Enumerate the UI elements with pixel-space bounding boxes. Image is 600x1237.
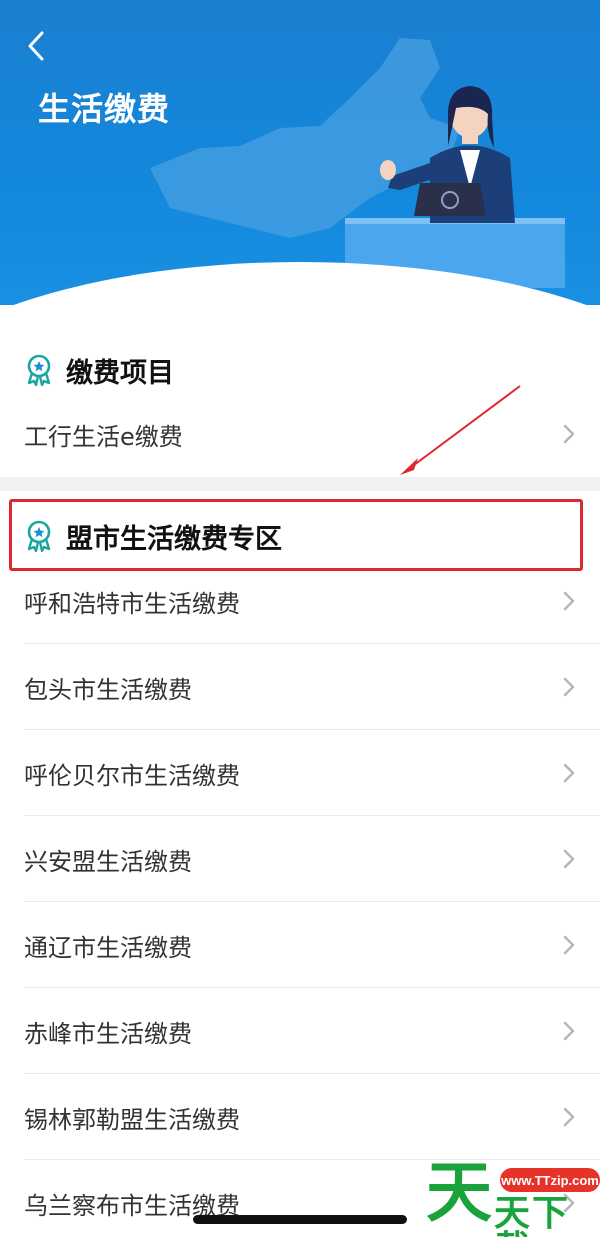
list-item-label: 包头市生活缴费 — [24, 675, 192, 704]
list-item-tongliao[interactable]: 通辽市生活缴费 — [0, 902, 600, 988]
list-item-xingan[interactable]: 兴安盟生活缴费 — [0, 816, 600, 902]
presenter-illustration — [150, 38, 565, 288]
home-indicator[interactable] — [193, 1215, 407, 1224]
watermark-text: 天下载 — [494, 1193, 571, 1237]
list-item-label: 锡林郭勒盟生活缴费 — [24, 1105, 240, 1134]
chevron-right-icon — [563, 677, 575, 697]
list-item-label: 通辽市生活缴费 — [24, 933, 192, 962]
chevron-left-icon — [28, 31, 44, 61]
chevron-right-icon — [563, 849, 575, 869]
chevron-right-icon — [563, 935, 575, 955]
list-item-baotou[interactable]: 包头市生活缴费 — [0, 644, 600, 730]
chevron-right-icon — [563, 1107, 575, 1127]
annotation-arrow-icon — [400, 385, 521, 475]
chevron-right-icon — [563, 591, 575, 611]
watermark-url: www.TTzip.com — [500, 1168, 600, 1192]
list-item-chifeng[interactable]: 赤峰市生活缴费 — [0, 988, 600, 1074]
watermark-big-char: 天 — [426, 1154, 492, 1231]
chevron-right-icon — [563, 424, 575, 444]
chevron-right-icon — [563, 1021, 575, 1041]
list-item-label: 兴安盟生活缴费 — [24, 847, 192, 876]
list-item-label: 赤峰市生活缴费 — [24, 1019, 192, 1048]
section-title: 缴费项目 — [66, 357, 174, 389]
chevron-right-icon — [563, 763, 575, 783]
list-item-xilingol[interactable]: 锡林郭勒盟生活缴费 — [0, 1074, 600, 1160]
list-item-hulunbuir[interactable]: 呼伦贝尔市生活缴费 — [0, 730, 600, 816]
watermark-logo: 天 www.TTzip.com 天下载 — [424, 1158, 600, 1237]
award-ribbon-icon — [27, 354, 51, 386]
back-button[interactable] — [18, 28, 54, 64]
list-item-label: 呼和浩特市生活缴费 — [24, 589, 240, 618]
list-item-hohhot[interactable]: 呼和浩特市生活缴费 — [0, 558, 600, 644]
list-item-label: 工行生活e缴费 — [24, 422, 183, 451]
page-title: 生活缴费 — [38, 90, 171, 128]
list-item-label: 呼伦贝尔市生活缴费 — [24, 761, 240, 790]
header-banner: 生活缴费 — [0, 0, 600, 305]
